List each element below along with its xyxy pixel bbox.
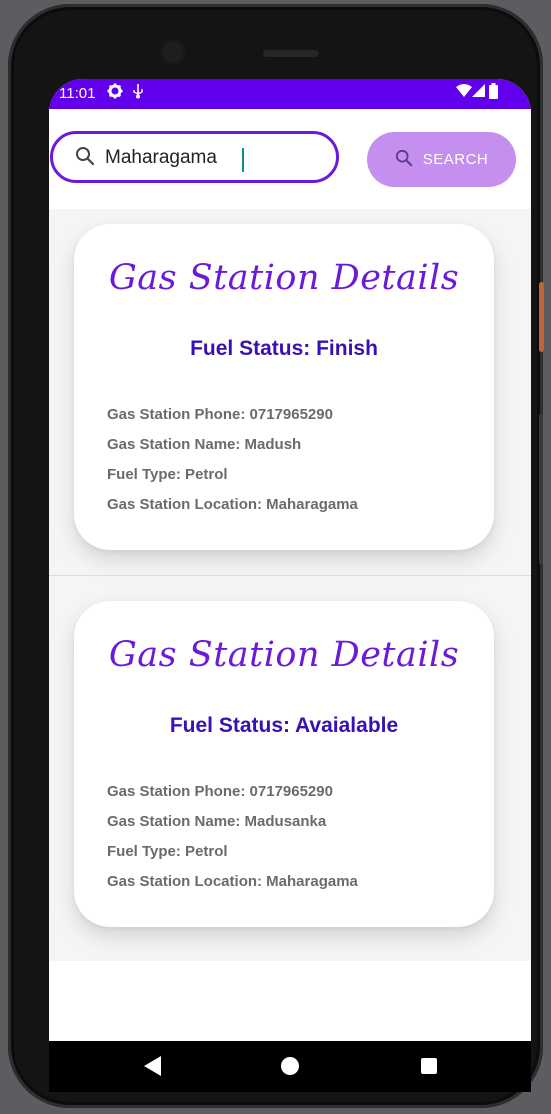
recents-icon[interactable]: [421, 1058, 437, 1074]
phone-frame: 11:01 Maharagama SEARCH Gas Station Deta…: [8, 4, 544, 1108]
station-name: Gas Station Name: Madusanka: [107, 813, 327, 830]
station-phone: Gas Station Phone: 0717965290: [107, 783, 333, 800]
fuel-type: Fuel Type: Petrol: [107, 466, 228, 483]
search-button[interactable]: SEARCH: [367, 132, 516, 187]
station-location: Gas Station Location: Maharagama: [107, 873, 358, 890]
search-field[interactable]: [50, 131, 339, 183]
front-camera: [163, 42, 183, 62]
wifi-icon: [456, 83, 472, 103]
search-input[interactable]: [105, 144, 325, 172]
usb-debug-icon: [132, 83, 144, 104]
signal-icon: [472, 83, 485, 103]
status-bar: 11:01: [49, 79, 531, 109]
fuel-status: Fuel Status: Avaialable: [169, 714, 399, 737]
card-title: Gas Station Details: [108, 258, 460, 298]
power-button: [539, 282, 544, 352]
station-card[interactable]: Gas Station Details Fuel Status: Finish …: [74, 224, 494, 550]
home-icon[interactable]: [281, 1057, 299, 1075]
station-phone: Gas Station Phone: 0717965290: [107, 406, 333, 423]
list-item[interactable]: Gas Station Details Fuel Status: Finish …: [49, 209, 531, 585]
earpiece: [263, 50, 319, 57]
divider: [49, 575, 531, 576]
search-button-icon: [395, 149, 413, 171]
card-title: Gas Station Details: [108, 635, 460, 675]
back-icon[interactable]: [144, 1056, 162, 1081]
fuel-type: Fuel Type: Petrol: [107, 843, 228, 860]
volume-button: [539, 414, 543, 564]
search-icon: [75, 146, 95, 171]
station-list: Gas Station Details Fuel Status: Finish …: [49, 209, 531, 961]
list-item[interactable]: Gas Station Details Fuel Status: Avaiala…: [49, 586, 531, 962]
navigation-bar: [49, 1041, 531, 1092]
screen: 11:01 Maharagama SEARCH Gas Station Deta…: [49, 79, 531, 1092]
text-caret: [242, 148, 244, 172]
station-card[interactable]: Gas Station Details Fuel Status: Avaiala…: [74, 601, 494, 927]
station-location: Gas Station Location: Maharagama: [107, 496, 358, 513]
search-button-label: SEARCH: [422, 151, 489, 168]
status-time: 11:01: [59, 85, 96, 102]
battery-icon: [489, 83, 498, 104]
gear-icon: [107, 83, 123, 104]
fuel-status: Fuel Status: Finish: [190, 337, 378, 360]
station-name: Gas Station Name: Madush: [107, 436, 302, 453]
